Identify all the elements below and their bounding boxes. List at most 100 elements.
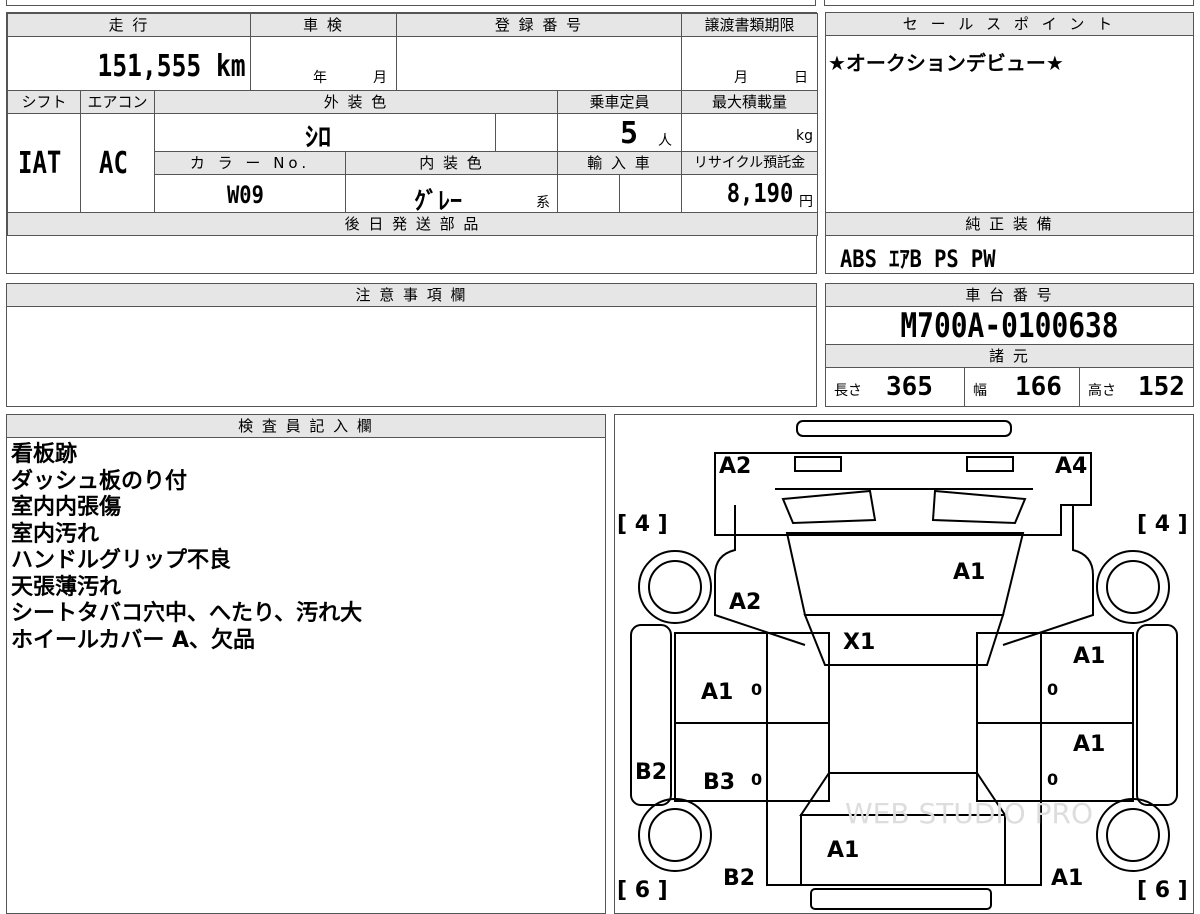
chassis-value: M700A-0100638 [900,306,1119,346]
ac-value: AC [99,146,128,181]
inspection-year-unit: 年 [313,70,327,86]
spec-length-cell: 長さ 365 [825,367,965,407]
code-rear-right: A1 [1051,866,1083,891]
transfer-deadline-cell: 月 日 [681,36,818,91]
exterior-color-extra-cell [495,113,558,152]
import-cell-right [619,174,682,213]
inspector-notes: 看板跡 ダッシュ板のり付 室内内張傷 室内汚れ ハンドルグリップ不良 天張薄汚れ… [11,442,362,654]
ac-cell: AC [80,113,155,213]
note-line: ホイールカバー A、欠品 [11,627,256,653]
damage-diagram-box: A2 A4 A1 A2 X1 A1 A1 A1 B3 B2 A1 B2 A1 0… [614,414,1194,914]
transfer-month-unit: 月 [734,70,748,86]
interior-color-value: ｸﾞﾚｰ [414,187,462,213]
car-diagram: A2 A4 A1 A2 X1 A1 A1 A1 B3 B2 A1 B2 A1 0… [617,420,1188,910]
shift-value: IAT [18,146,62,181]
vehicle-info-table: 走 行 車 検 登 録 番 号 譲渡書類期限 151,555 km 年 月 月 … [6,12,818,274]
caution-header: 注 意 事 項 欄 [6,283,817,307]
specs-header: 諸 元 [825,344,1194,368]
color-no-value: W09 [227,181,264,209]
interior-suffix: 系 [536,195,550,211]
color-no-cell: W09 [154,174,346,213]
code-hood: A1 [953,560,985,585]
code-rear-left: B2 [723,866,755,891]
watermark: WEB STUDIO PRO [845,797,1093,830]
spec-height-label: 高さ [1088,383,1116,399]
note-line: 天張薄汚れ [11,574,122,600]
inspection-cell: 年 月 [250,36,397,91]
capacity-value: 5 [620,116,639,151]
door-zero: 0 [751,680,762,699]
spec-width-label: 幅 [973,383,987,399]
code-front-right: A4 [1055,454,1087,479]
tire-rear-right: [ 6 ] [1137,878,1188,903]
spec-length-label: 長さ [834,383,862,399]
color-no-header: カ ラ ー No. [154,151,346,175]
door-zero: 0 [1047,770,1058,789]
registration-cell [396,36,682,91]
chassis-header: 車 台 番 号 [825,283,1194,307]
exterior-color-header: 外 装 色 [154,90,558,114]
door-zero: 0 [751,770,762,789]
import-cell-left [557,174,620,213]
later-parts-header: 後 日 発 送 部 品 [7,212,818,236]
spec-width-value: 166 [1015,372,1062,402]
inspection-month-unit: 月 [373,70,387,86]
genuine-equipment-text: ABS ｴｱB PS PW [840,245,996,273]
registration-header: 登 録 番 号 [396,13,682,37]
note-line: 室内汚れ [11,521,100,547]
caution-box: 注 意 事 項 欄 [6,283,817,407]
note-line: ハンドルグリップ不良 [11,548,232,573]
spec-width-cell: 幅 166 [964,367,1080,407]
code-roof: X1 [843,630,875,655]
recycle-value: 8,190 [726,179,793,209]
max-load-cell: kg [681,113,818,152]
recycle-header: リサイクル預託金 [681,151,818,175]
interior-color-cell: ｸﾞﾚｰ 系 [345,174,558,213]
code-left-rear-door: B3 [703,770,735,795]
tire-front-right: [ 4 ] [1137,512,1188,537]
exterior-color-cell: ｼﾛ [154,113,496,152]
spec-length-value: 365 [886,372,933,402]
code-tailgate: A1 [827,838,859,863]
import-header: 輸 入 車 [557,151,682,175]
code-right-front-door: A1 [1073,644,1105,669]
max-load-header: 最大積載量 [681,90,818,114]
tire-front-left: [ 4 ] [617,512,668,537]
sales-point-box: セ ー ル ス ポ イ ン ト ★オークションデビュー★ 純 正 装 備 ABS… [825,12,1194,274]
spec-height-cell: 高さ 152 [1079,367,1194,407]
interior-color-header: 内 装 色 [345,151,558,175]
code-left-sill: B2 [635,760,667,785]
code-left-fender: A2 [729,590,761,615]
genuine-equipment-header: 純 正 装 備 [825,212,1194,236]
mileage-header: 走 行 [7,13,251,37]
code-front-left: A2 [719,454,751,479]
max-load-unit: kg [796,128,813,144]
exterior-color-value: ｼﾛ [305,123,332,152]
transfer-deadline-header: 譲渡書類期限 [681,13,818,37]
inspection-header: 車 検 [250,13,397,37]
top-strip [6,0,816,6]
transfer-day-unit: 日 [794,70,808,86]
sales-point-header: セ ー ル ス ポ イ ン ト [825,12,1194,36]
note-line: シートタバコ穴中、へたり、汚れ大 [11,601,363,626]
shift-cell: IAT [7,113,81,213]
capacity-cell: 5 人 [557,113,682,152]
ac-header: エアコン [80,90,155,114]
code-left-front-door: A1 [701,680,733,705]
mileage-value: 151,555 km [97,49,246,84]
recycle-cell: 8,190 円 [681,174,818,213]
shift-header: シフト [7,90,81,114]
note-line: ダッシュ板のり付 [11,468,188,494]
inspector-header: 検 査 員 記 入 欄 [6,414,606,438]
recycle-unit: 円 [799,194,813,210]
code-right-rear-door: A1 [1073,732,1105,757]
note-line: 室内内張傷 [11,495,122,520]
chassis-box: 車 台 番 号 M700A-0100638 諸 元 長さ 365 幅 166 高… [825,283,1194,407]
inspector-box: 検 査 員 記 入 欄 看板跡 ダッシュ板のり付 室内内張傷 室内汚れ ハンドル… [6,414,606,914]
mileage-cell: 151,555 km [7,36,251,91]
sales-point-text: ★オークションデビュー★ [828,51,1064,75]
capacity-header: 乗車定員 [557,90,682,114]
door-zero: 0 [1047,680,1058,699]
tire-rear-left: [ 6 ] [617,878,668,903]
note-line: 看板跡 [11,442,78,467]
